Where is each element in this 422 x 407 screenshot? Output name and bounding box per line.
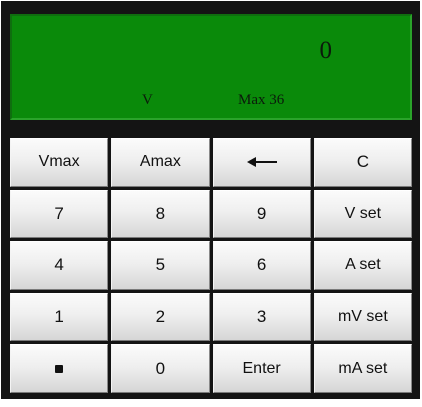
enter-button[interactable]: Enter xyxy=(212,344,311,393)
clear-button[interactable]: C xyxy=(313,138,412,187)
digit-7-button[interactable]: 7 xyxy=(10,189,109,239)
a-set-button[interactable]: A set xyxy=(313,241,412,290)
v-set-button[interactable]: V set xyxy=(313,189,412,239)
display-value: 0 xyxy=(319,37,333,64)
display-unit: V xyxy=(142,92,153,108)
ma-set-button[interactable]: mA set xyxy=(313,344,412,393)
digit-3-button[interactable]: 3 xyxy=(212,292,311,342)
lcd-display: 0 V Max 36 xyxy=(10,14,412,120)
digit-4-button[interactable]: 4 xyxy=(10,241,109,290)
digit-6-button[interactable]: 6 xyxy=(212,241,311,290)
keypad-grid: Vmax Amax C 7 8 9 V set 4 5 6 A set 1 2 … xyxy=(10,138,412,393)
backspace-button[interactable] xyxy=(212,138,311,187)
decimal-point-icon xyxy=(55,364,64,373)
digit-2-button[interactable]: 2 xyxy=(111,292,210,342)
digit-9-button[interactable]: 9 xyxy=(212,189,311,239)
decimal-point-button[interactable] xyxy=(10,344,109,393)
vmax-button[interactable]: Vmax xyxy=(10,138,109,187)
digit-1-button[interactable]: 1 xyxy=(10,292,109,342)
amax-button[interactable]: Amax xyxy=(111,138,210,187)
keypad-panel: 0 V Max 36 Vmax Amax C 7 8 9 V set 4 5 6… xyxy=(1,1,420,399)
digit-5-button[interactable]: 5 xyxy=(111,241,210,290)
display-max-label: Max 36 xyxy=(238,92,285,108)
digit-0-button[interactable]: 0 xyxy=(111,344,210,393)
digit-8-button[interactable]: 8 xyxy=(111,189,210,239)
left-arrow-icon xyxy=(246,157,277,168)
mv-set-button[interactable]: mV set xyxy=(313,292,412,342)
